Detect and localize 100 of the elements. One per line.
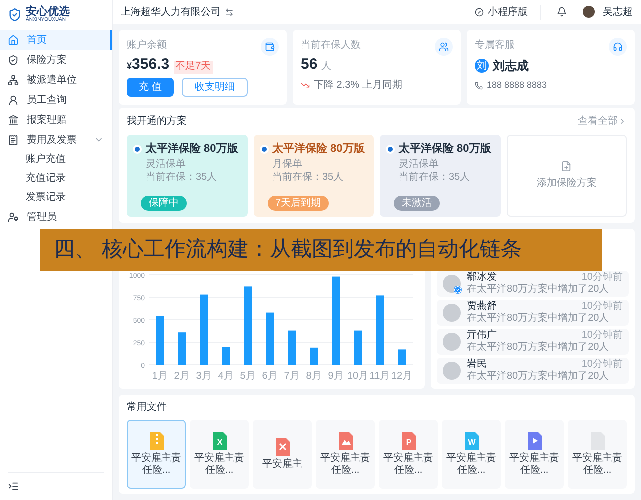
file-tile[interactable]: P 平安雇主责任险... <box>379 420 438 489</box>
plan-logo-icon <box>386 144 395 154</box>
phone-number: 188 8888 8883 <box>487 79 548 92</box>
verified-icon <box>454 286 462 294</box>
activity-item[interactable]: 贾燕舒 10分钟前 在太平洋80万方案中增加了20人 <box>437 300 629 326</box>
activity-text: 在太平洋80万方案中增加了20人 <box>467 284 610 296</box>
plan-type: 月保单 <box>272 158 304 171</box>
card-label: 专属客服 <box>475 38 515 53</box>
insured-count: 56 <box>301 57 318 72</box>
file-tile[interactable]: 平安雇主责任险... <box>505 420 564 489</box>
file-icon <box>528 432 542 450</box>
menu-icon <box>8 94 19 106</box>
agent-name: 刘志成 <box>493 58 529 75</box>
status-badge: 7天后到期 <box>268 196 330 211</box>
axis-label: 12月 <box>391 371 413 382</box>
sidebar-item[interactable]: 被派遣单位 <box>0 70 112 90</box>
chart-bar <box>156 316 164 365</box>
phone-icon <box>475 82 483 90</box>
file-tile[interactable]: 平安雇主 <box>253 420 312 489</box>
chart-bar <box>376 296 384 365</box>
axis-label: 4月 <box>218 371 234 382</box>
chevron-icon <box>618 117 627 126</box>
sidebar-item[interactable]: 报案理赔 <box>0 110 112 130</box>
file-icon <box>338 432 352 450</box>
sidebar-subitem[interactable]: 充值记录 <box>0 169 112 188</box>
chart-bar <box>200 294 208 365</box>
plan-count: 当前在保：35人 <box>145 172 218 184</box>
activity-item[interactable]: 郗冰发 10分钟前 在太平洋80万方案中增加了20人 <box>437 271 629 297</box>
axis-label: 1月 <box>152 371 168 382</box>
activity-text: 在太平洋80万方案中增加了20人 <box>467 371 610 383</box>
time-label: 10分钟前 <box>582 301 623 313</box>
time-label: 10分钟前 <box>582 272 623 284</box>
sidebar-subitem[interactable]: 发票记录 <box>0 188 112 207</box>
person-name: 亓伟广 <box>467 330 498 342</box>
chart-bar <box>222 347 230 365</box>
collapse-icon[interactable] <box>8 481 19 492</box>
sidebar-item[interactable]: 费用及发票 <box>0 130 112 150</box>
notification-icon[interactable] <box>557 7 567 17</box>
plan-card[interactable]: 太平洋保险 80万版 灵活保单 当前在保：35人 保障中 <box>127 135 248 217</box>
chart-bar <box>178 332 186 365</box>
plan-logo-icon <box>260 144 268 154</box>
file-icon <box>276 438 290 456</box>
menu-icon <box>8 34 19 46</box>
chart-bar <box>354 330 362 365</box>
wallet-icon <box>261 38 279 56</box>
plan-card[interactable]: 太平洋保险 80万版 月保单 当前在保：35人 7天后到期 <box>254 135 374 217</box>
time-label: 10分钟前 <box>582 359 623 371</box>
activity-text: 在太平洋80万方案中增加了20人 <box>467 342 610 354</box>
axis-label: 11月 <box>370 371 390 382</box>
menu-icon <box>8 74 19 86</box>
agent-avatar: 刘 <box>475 59 489 73</box>
file-tile[interactable]: 平安雇主责任险... <box>127 420 186 489</box>
axis-label: 7月 <box>284 371 300 382</box>
trend-text: 下降 2.3% 上月同期 <box>314 78 402 93</box>
person-name: 郗冰发 <box>467 272 498 284</box>
menu-icon <box>8 134 19 146</box>
headset-icon <box>609 38 627 56</box>
file-tile[interactable]: 平安雇主责任险... <box>316 420 375 489</box>
chart-bar <box>398 350 406 365</box>
sidebar-subitem[interactable]: 账户充值 <box>0 150 112 169</box>
activity-item[interactable]: 亓伟广 10分钟前 在太平洋80万方案中增加了20人 <box>437 329 629 355</box>
plan-card[interactable]: 太平洋保险 80万版 灵活保单 当前在保：35人 未激活 <box>380 135 500 217</box>
sidebar-item[interactable]: 管理员 <box>0 207 112 227</box>
users-icon <box>435 38 453 56</box>
mini-program-icon <box>475 8 484 16</box>
file-tile[interactable]: 平安雇主责任险... <box>568 420 627 489</box>
file-icon: W <box>464 432 478 450</box>
logo-text: 安心优选 <box>26 7 70 18</box>
add-file-icon <box>561 161 572 172</box>
plan-name: 太平洋保险 80万版 <box>146 142 238 157</box>
plan-type: 灵活保单 <box>398 158 440 171</box>
title-banner: 四、 核心工作流构建：从截图到发布的自动化链条 <box>40 229 602 271</box>
file-icon: P <box>402 432 416 450</box>
user-name[interactable]: 吴志超 <box>603 4 633 20</box>
chart-bar <box>266 312 274 365</box>
file-tile[interactable]: W 平安雇主责任险... <box>442 420 501 489</box>
chart-bar <box>310 348 318 365</box>
status-badge: 保障中 <box>141 196 187 211</box>
switch-icon[interactable] <box>225 8 234 16</box>
sidebar-item[interactable]: 保险方案 <box>0 50 112 70</box>
plan-type: 灵活保单 <box>145 158 187 171</box>
axis-label: 9月 <box>328 371 344 382</box>
file-icon <box>150 432 164 450</box>
plan-count: 当前在保：35人 <box>398 172 472 184</box>
plan-name: 太平洋保险 80万版 <box>272 142 365 157</box>
card-label: 账户余额 <box>127 38 167 53</box>
mini-program-link[interactable]: 小程序版 <box>475 4 541 20</box>
axis-label: 5月 <box>240 371 256 382</box>
unit-label: 人 <box>322 60 332 74</box>
menu-icon <box>8 114 19 126</box>
user-avatar[interactable] <box>583 6 595 18</box>
plan-logo-icon <box>133 144 142 154</box>
axis-label: 6月 <box>262 371 278 382</box>
sidebar-item[interactable]: 员工查询 <box>0 90 112 110</box>
plan-count: 当前在保：35人 <box>272 172 345 184</box>
activity-item[interactable]: 岩民 10分钟前 在太平洋80万方案中增加了20人 <box>437 358 629 384</box>
file-tile[interactable]: X 平安雇主责任险... <box>190 420 249 489</box>
person-name: 贾燕舒 <box>467 301 498 312</box>
file-icon: X <box>212 432 226 450</box>
chart-bar <box>288 330 296 365</box>
